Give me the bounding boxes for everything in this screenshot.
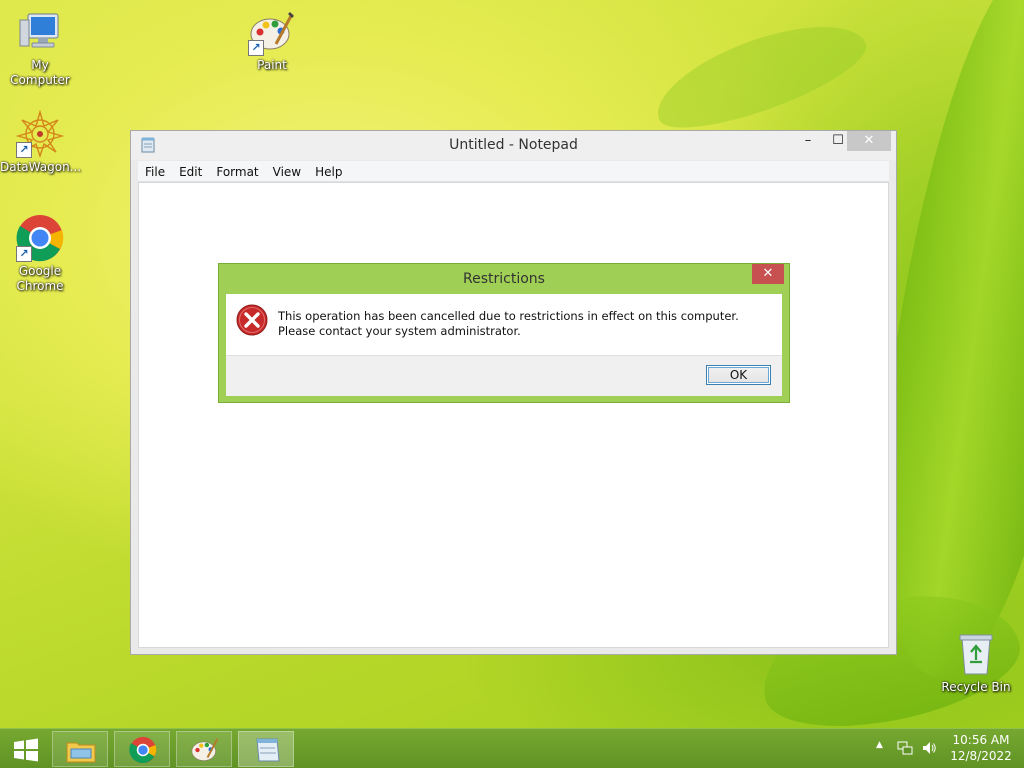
network-icon[interactable]	[897, 740, 913, 756]
clock-date[interactable]: 12/8/2022	[944, 749, 1018, 764]
notepad-icon	[256, 738, 280, 762]
desktop-icon-label: Google Chrome	[16, 264, 64, 293]
desktop-icon-google-chrome[interactable]: ↗ Google Chrome	[0, 214, 80, 294]
taskbar-file-explorer-button[interactable]	[52, 731, 108, 767]
dialog-title: Restrictions	[463, 271, 545, 287]
computer-icon	[16, 8, 64, 56]
shortcut-arrow-icon: ↗	[16, 142, 32, 158]
volume-icon[interactable]	[921, 740, 937, 756]
taskbar-paint-button[interactable]	[176, 731, 232, 767]
taskbar	[0, 728, 1024, 768]
show-hidden-icons-chevron-icon[interactable]: ▲	[876, 740, 883, 750]
datawagon-icon: ↗	[15, 109, 65, 159]
notepad-titlebar[interactable]: Untitled - Notepad – ☐ ✕	[131, 131, 896, 160]
shortcut-arrow-icon: ↗	[248, 40, 264, 56]
restrictions-dialog[interactable]: Restrictions ✕ This operation has been c…	[218, 263, 790, 403]
desktop-icon-label: DataWagon...	[0, 160, 82, 174]
wallpaper-leaf-shape	[644, 4, 876, 146]
desktop-icon-recycle-bin[interactable]: Recycle Bin	[936, 630, 1016, 695]
chrome-icon	[129, 736, 157, 764]
taskbar-chrome-button[interactable]	[114, 731, 170, 767]
dialog-close-button[interactable]: ✕	[752, 264, 784, 284]
menu-file[interactable]: File	[138, 162, 172, 180]
file-explorer-icon	[66, 742, 96, 763]
menu-view[interactable]: View	[266, 162, 308, 180]
desktop-icon-datawagon[interactable]: ↗ DataWagon...	[0, 109, 82, 175]
error-icon	[236, 304, 268, 336]
paint-palette-icon	[191, 738, 219, 761]
desktop-icon-label: Paint	[257, 58, 287, 72]
desktop-icon-paint[interactable]: ↗ Paint	[232, 8, 312, 73]
dialog-content: This operation has been cancelled due to…	[226, 294, 782, 356]
desktop-icon-label: My Computer	[10, 58, 70, 87]
menu-format[interactable]: Format	[209, 162, 265, 180]
text-editor-area[interactable]	[138, 182, 889, 648]
shortcut-arrow-icon: ↗	[16, 246, 32, 262]
close-button[interactable]: ✕	[847, 131, 891, 151]
desktop-icon-label: Recycle Bin	[941, 680, 1011, 694]
dialog-message: This operation has been cancelled due to…	[278, 309, 739, 338]
window-title: Untitled - Notepad	[449, 137, 578, 153]
menu-bar: File Edit Format View Help	[138, 161, 889, 182]
chrome-icon: ↗	[16, 214, 64, 262]
desktop: My Computer ↗ Paint ↗ DataWagon... ↗ Goo…	[0, 0, 1024, 768]
ok-button[interactable]: OK	[706, 365, 771, 385]
dialog-body: This operation has been cancelled due to…	[226, 294, 782, 396]
taskbar-notepad-button[interactable]	[238, 731, 294, 767]
recycle-bin-icon	[952, 630, 1000, 678]
minimize-button[interactable]: –	[793, 131, 823, 151]
menu-help[interactable]: Help	[308, 162, 349, 180]
menu-edit[interactable]: Edit	[172, 162, 209, 180]
clock-time[interactable]: 10:56 AM	[944, 733, 1018, 748]
desktop-icon-my-computer[interactable]: My Computer	[0, 8, 80, 88]
paint-palette-icon: ↗	[248, 8, 296, 56]
windows-start-icon[interactable]	[4, 733, 48, 767]
